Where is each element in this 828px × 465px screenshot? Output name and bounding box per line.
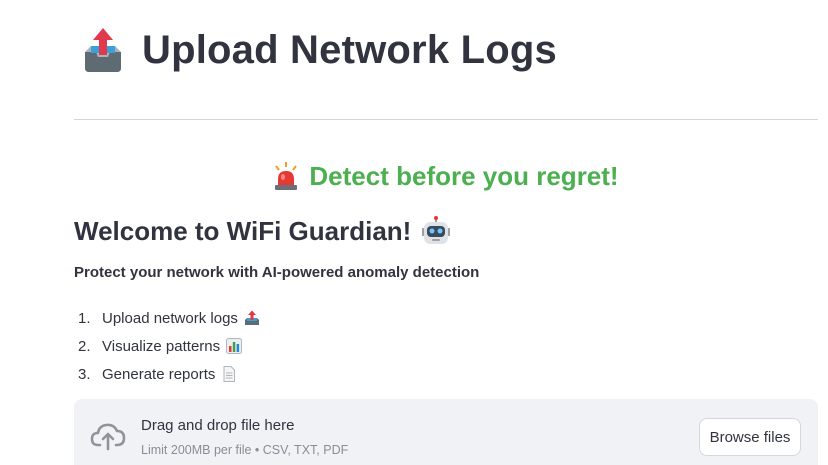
step-number: 1. <box>78 309 91 327</box>
list-item: 3. Generate reports <box>74 360 260 388</box>
browse-files-button[interactable]: Browse files <box>699 418 801 456</box>
file-dropzone[interactable]: Drag and drop file here Limit 200MB per … <box>74 399 818 465</box>
step-label: Visualize patterns <box>102 337 221 355</box>
outbox-tray-icon <box>85 28 121 72</box>
step-number: 3. <box>78 365 91 383</box>
tagline: Protect your network with AI-powered ano… <box>74 264 480 281</box>
title-row: Upload Network Logs <box>82 22 557 78</box>
list-item: 1. Upload network logs <box>74 304 260 332</box>
step-label: Generate reports <box>102 365 216 383</box>
slogan: Detect before you regret! <box>309 160 619 191</box>
welcome-row: Welcome to WiFi Guardian! <box>74 211 451 251</box>
welcome-heading: Welcome to WiFi Guardian! <box>74 215 412 246</box>
bar-chart-icon <box>226 338 243 354</box>
siren-icon <box>275 162 298 190</box>
page-title: Upload Network Logs <box>142 27 557 72</box>
robot-icon <box>422 216 451 244</box>
steps-list: 1. Upload network logs 2. Visualize patt… <box>74 304 260 388</box>
dropzone-instructions: Drag and drop file here <box>141 417 295 434</box>
divider <box>74 119 818 120</box>
outbox-tray-icon <box>244 310 259 325</box>
slogan-row: Detect before you regret! <box>74 156 818 196</box>
page: Upload Network Logs Detect before you re… <box>0 0 828 465</box>
page-icon <box>223 366 236 382</box>
dropzone-limit: Limit 200MB per file • CSV, TXT, PDF <box>141 443 349 457</box>
step-label: Upload network logs <box>102 309 238 327</box>
list-item: 2. Visualize patterns <box>74 332 260 360</box>
cloud-upload-icon <box>90 423 126 451</box>
step-number: 2. <box>78 337 91 355</box>
